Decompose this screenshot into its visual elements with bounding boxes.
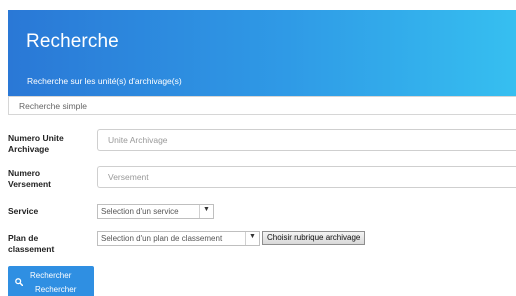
service-selected-value: Selection d'un service [101, 207, 179, 216]
page-header: Recherche Recherche sur les unité(s) d'a… [8, 10, 516, 96]
service-select[interactable]: Selection d'un service ▼ [97, 204, 214, 219]
search-mode-bar: Recherche simple [8, 96, 516, 115]
tab-recherche-simple[interactable]: Recherche simple [19, 101, 87, 111]
service-label: Service [8, 206, 39, 216]
rechercher-button[interactable]: Rechercher Rechercher [8, 266, 94, 296]
search-icon [15, 278, 24, 288]
plan-classement-label: Plan de classement [8, 233, 55, 254]
rechercher-label-bottom: Rechercher [35, 285, 77, 294]
plan-dropdown-toggle[interactable]: ▼ [245, 232, 259, 245]
plan-classement-select[interactable]: Selection d'un plan de classement ▼ [97, 231, 260, 246]
chevron-down-icon: ▼ [203, 206, 210, 213]
page-subtitle: Recherche sur les unité(s) d'archivage(s… [27, 76, 182, 86]
numero-unite-input[interactable] [97, 129, 516, 151]
numero-unite-label: Numero Unite Archivage [8, 133, 64, 154]
service-dropdown-toggle[interactable]: ▼ [199, 205, 213, 218]
page-title: Recherche [26, 31, 119, 52]
rechercher-label-top: Rechercher [30, 271, 72, 280]
numero-versement-label: Numero Versement [8, 168, 51, 189]
chevron-down-icon: ▼ [249, 233, 256, 240]
plan-classement-selected-value: Selection d'un plan de classement [101, 234, 223, 243]
choisir-rubrique-button[interactable]: Choisir rubrique archivage [262, 231, 366, 245]
numero-versement-input[interactable] [97, 166, 516, 188]
